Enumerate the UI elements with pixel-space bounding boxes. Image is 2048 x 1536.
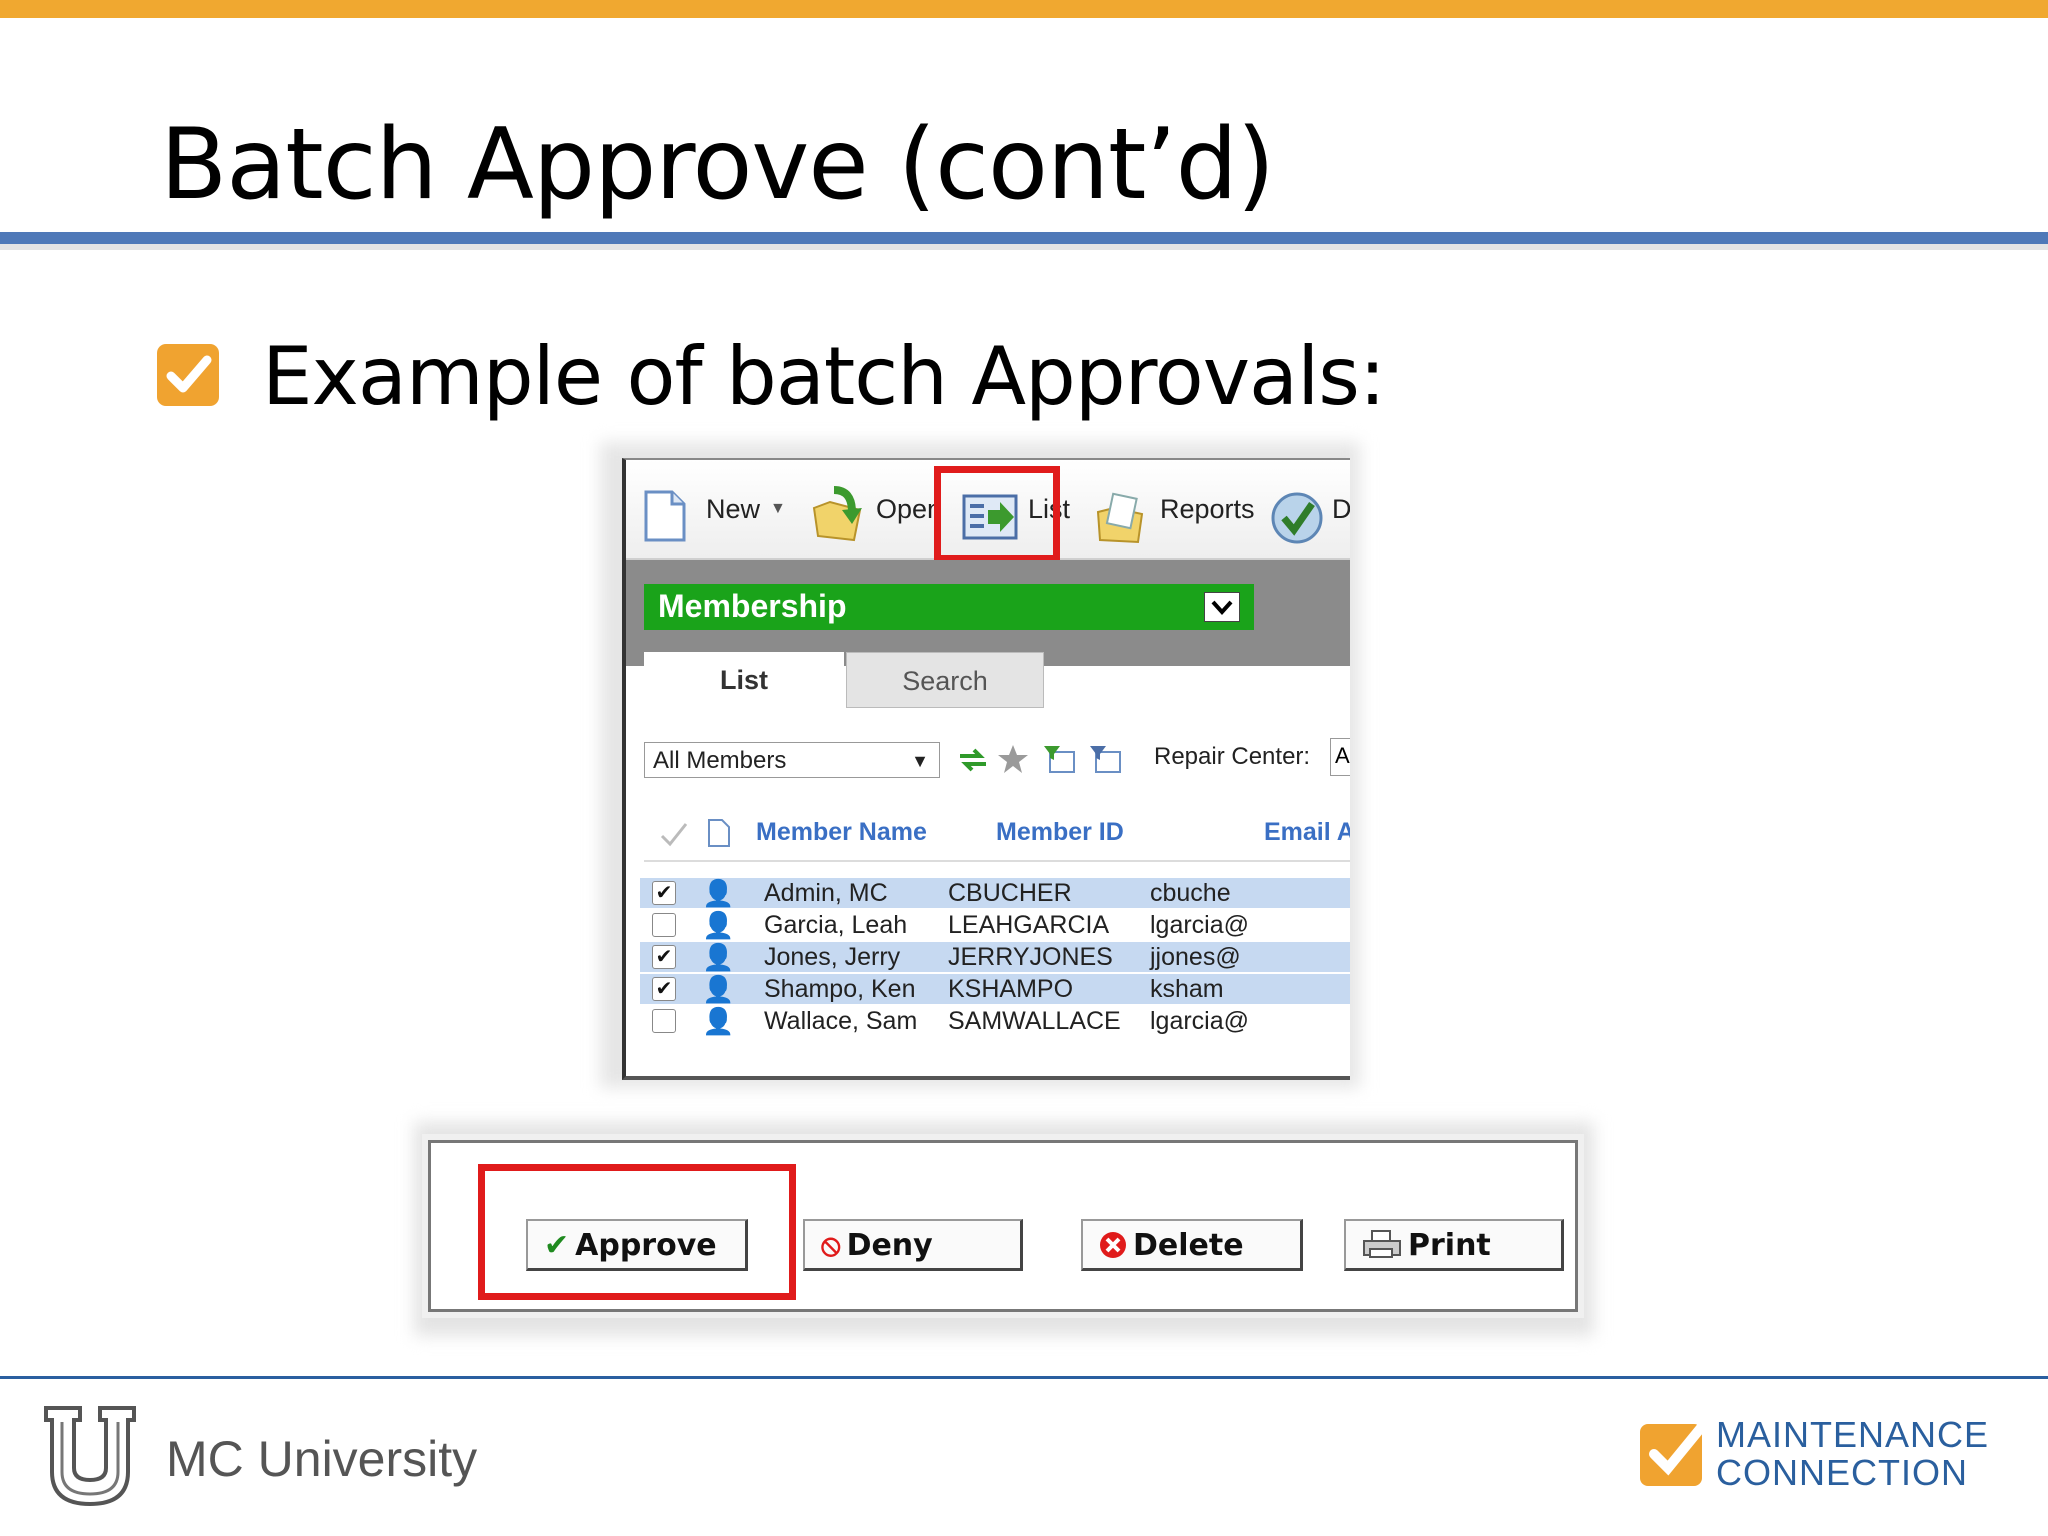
- member-id-cell: SAMWALLACE: [948, 1007, 1121, 1035]
- open-button[interactable]: Open: [876, 494, 942, 525]
- top-accent-bar: [0, 0, 2048, 18]
- member-name-cell: Wallace, Sam: [764, 1007, 918, 1035]
- delete-label: Delete: [1133, 1228, 1244, 1263]
- filter-clear-icon[interactable]: [1088, 744, 1122, 779]
- member-email-cell: lgarcia@: [1150, 911, 1250, 939]
- title-divider-shadow: [0, 244, 2048, 250]
- print-label: Print: [1408, 1228, 1491, 1263]
- row-checkbox[interactable]: ✔: [652, 945, 676, 969]
- module-dropdown-button[interactable]: [1204, 592, 1240, 622]
- header-divider: [644, 860, 1350, 862]
- table-row[interactable]: ✔ 👤 Jones, Jerry JERRYJONES jjones@: [640, 942, 1350, 972]
- open-folder-icon: [810, 482, 866, 549]
- module-selector[interactable]: Membership: [644, 584, 1254, 630]
- row-checkbox[interactable]: [652, 1009, 676, 1033]
- member-email-cell: ksham: [1150, 975, 1224, 1003]
- printer-icon: [1362, 1228, 1402, 1263]
- delete-button[interactable]: Delete: [1081, 1219, 1303, 1271]
- chevron-down-icon[interactable]: ▼: [770, 500, 786, 518]
- approve-highlight-frame: [478, 1164, 796, 1300]
- bullet-text: Example of batch Approvals:: [262, 330, 1386, 423]
- document-column-icon: [706, 818, 732, 853]
- member-avatar-icon: 👤: [702, 910, 735, 940]
- table-row[interactable]: 👤 Wallace, Sam SAMWALLACE lgarcia@: [640, 1006, 1350, 1036]
- module-label: Membership: [658, 588, 847, 624]
- member-id-cell: LEAHGARCIA: [948, 911, 1110, 939]
- member-name-cell: Jones, Jerry: [764, 943, 901, 971]
- print-button[interactable]: Print: [1344, 1219, 1564, 1271]
- footer-divider: [0, 1376, 2048, 1379]
- new-document-icon: [640, 488, 690, 549]
- column-header-member-id[interactable]: Member ID: [996, 818, 1124, 847]
- repair-center-label: Repair Center:: [1154, 743, 1311, 770]
- deny-icon: ⦸: [821, 1228, 841, 1263]
- member-name-cell: Garcia, Leah: [764, 911, 908, 939]
- deny-button[interactable]: ⦸ Deny: [803, 1219, 1023, 1271]
- approve-globe-icon: [1270, 490, 1324, 551]
- table-row[interactable]: 👤 Garcia, Leah LEAHGARCIA lgarcia@: [640, 910, 1350, 940]
- row-checkbox[interactable]: [652, 913, 676, 937]
- university-u-logo: [40, 1402, 140, 1515]
- reports-icon: [1092, 490, 1148, 551]
- filter-list-icon[interactable]: [1042, 744, 1076, 779]
- member-name-cell: Admin, MC: [764, 879, 888, 907]
- member-avatar-icon: 👤: [702, 878, 735, 908]
- tab-search[interactable]: Search: [846, 652, 1044, 708]
- favorite-star-icon[interactable]: [996, 742, 1030, 781]
- list-highlight-frame: [934, 466, 1060, 562]
- repair-center-input[interactable]: A: [1330, 738, 1350, 776]
- tab-list[interactable]: List: [644, 652, 844, 708]
- footer-brand-name: MAINTENANCE CONNECTION: [1716, 1416, 1989, 1492]
- member-email-cell: jjones@: [1150, 943, 1241, 971]
- column-header-member-name[interactable]: Member Name: [756, 818, 927, 847]
- new-button[interactable]: New: [706, 494, 760, 525]
- member-name-cell: Shampo, Ken: [764, 975, 916, 1003]
- row-checkbox[interactable]: ✔: [652, 977, 676, 1001]
- refresh-icon[interactable]: [956, 746, 990, 779]
- member-filter-value: All Members: [653, 747, 787, 774]
- member-id-cell: KSHAMPO: [948, 975, 1074, 1003]
- brand-line-1: MAINTENANCE: [1716, 1414, 1990, 1455]
- footer-university-name: MC University: [166, 1431, 478, 1487]
- row-checkbox[interactable]: ✔: [652, 881, 676, 905]
- checkbox-bullet-icon: [157, 344, 219, 406]
- repair-center-value: A: [1335, 743, 1350, 768]
- member-id-cell: CBUCHER: [948, 879, 1072, 907]
- deny-label: Deny: [846, 1228, 933, 1263]
- member-avatar-icon: 👤: [702, 1006, 735, 1036]
- maintenance-connection-logo-icon: [1638, 1418, 1709, 1493]
- d-button[interactable]: D: [1332, 494, 1350, 525]
- member-avatar-icon: 👤: [702, 974, 735, 1004]
- membership-screenshot: New ▼ Open List Reports D Membership Lis…: [622, 458, 1350, 1080]
- select-all-check-icon[interactable]: [660, 822, 688, 853]
- member-id-cell: JERRYJONES: [948, 943, 1113, 971]
- title-divider: [0, 232, 2048, 244]
- table-row[interactable]: ✔ 👤 Admin, MC CBUCHER cbuche: [640, 878, 1350, 908]
- member-avatar-icon: 👤: [702, 942, 735, 972]
- member-filter-select[interactable]: All Members ▼: [644, 742, 940, 778]
- member-email-cell: lgarcia@: [1150, 1007, 1250, 1035]
- member-email-cell: cbuche: [1150, 879, 1231, 907]
- page-title: Batch Approve (cont’d): [160, 108, 1275, 222]
- brand-line-2: CONNECTION: [1716, 1452, 1968, 1493]
- reports-button[interactable]: Reports: [1160, 494, 1255, 525]
- table-row[interactable]: ✔ 👤 Shampo, Ken KSHAMPO ksham: [640, 974, 1350, 1004]
- dropdown-arrow-icon: ▼: [911, 751, 929, 771]
- column-header-email[interactable]: Email A: [1264, 818, 1350, 847]
- delete-icon: [1099, 1228, 1127, 1263]
